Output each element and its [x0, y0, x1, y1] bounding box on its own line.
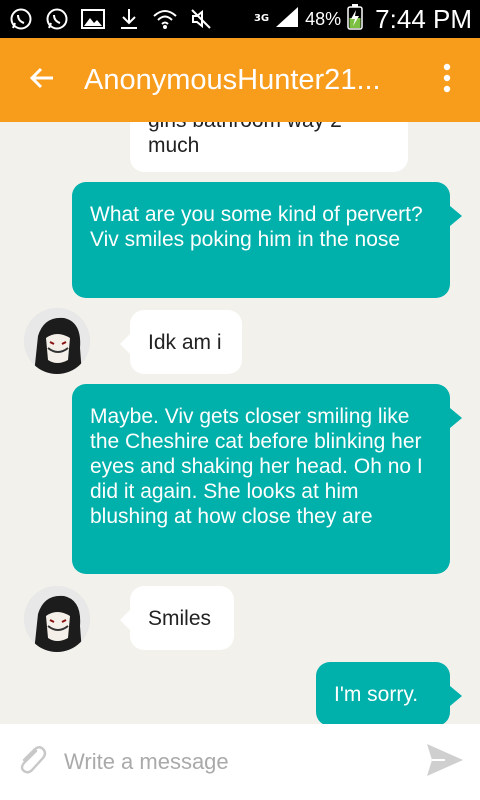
notification-icons — [8, 6, 214, 32]
whatsapp-icon — [44, 6, 70, 32]
clock: 7:44 PM — [375, 3, 472, 34]
message-bubble-outgoing[interactable]: Maybe. Viv gets closer smiling like the … — [72, 384, 462, 574]
conversation-title[interactable]: AnonymousHunter21... — [84, 64, 398, 97]
message-text: girls bathroom way 2 much — [148, 122, 342, 157]
overflow-menu-button[interactable] — [414, 38, 480, 122]
arrow-back-icon — [29, 65, 55, 95]
message-text: I'm sorry. — [334, 683, 419, 706]
avatar[interactable] — [24, 308, 90, 374]
signal-icon — [275, 6, 299, 32]
network-type-label: 3G — [253, 13, 270, 24]
message-text: Idk am i — [148, 331, 222, 354]
battery-charging-icon — [347, 4, 363, 34]
message-bubble-incoming[interactable]: Smiles — [120, 586, 234, 650]
attach-button[interactable] — [0, 724, 64, 800]
whatsapp-icon — [8, 6, 34, 32]
system-status: 3G 48% 7:44 PM — [254, 4, 472, 35]
avatar-image — [24, 308, 90, 374]
message-bubble-outgoing[interactable]: I'm sorry. — [316, 662, 462, 724]
send-button[interactable] — [410, 724, 480, 800]
app-bar: AnonymousHunter21... — [0, 38, 480, 122]
back-button[interactable] — [0, 38, 84, 122]
message-text: Maybe. Viv gets closer smiling like the … — [90, 405, 423, 528]
message-text: What are you some kind of pervert? Viv s… — [90, 203, 423, 251]
message-composer — [0, 724, 480, 800]
mute-icon — [188, 6, 214, 32]
wifi-icon — [152, 6, 178, 32]
avatar-image — [24, 586, 90, 652]
battery-percent: 48% — [305, 8, 342, 29]
message-bubble-incoming[interactable]: girls bathroom way 2 much — [130, 122, 408, 172]
message-bubble-outgoing[interactable]: What are you some kind of pervert? Viv s… — [72, 182, 462, 298]
message-bubble-incoming[interactable]: Idk am i — [120, 310, 242, 374]
image-icon — [80, 6, 106, 32]
paperclip-icon — [14, 742, 50, 782]
message-text: Smiles — [148, 607, 212, 630]
send-icon — [425, 742, 465, 782]
message-list[interactable]: girls bathroom way 2 much What are you s… — [0, 122, 480, 724]
avatar[interactable] — [24, 586, 90, 652]
message-input[interactable] — [64, 749, 404, 775]
more-vert-icon — [443, 63, 451, 97]
status-bar: 3G 48% 7:44 PM — [0, 0, 480, 38]
download-icon — [116, 6, 142, 32]
